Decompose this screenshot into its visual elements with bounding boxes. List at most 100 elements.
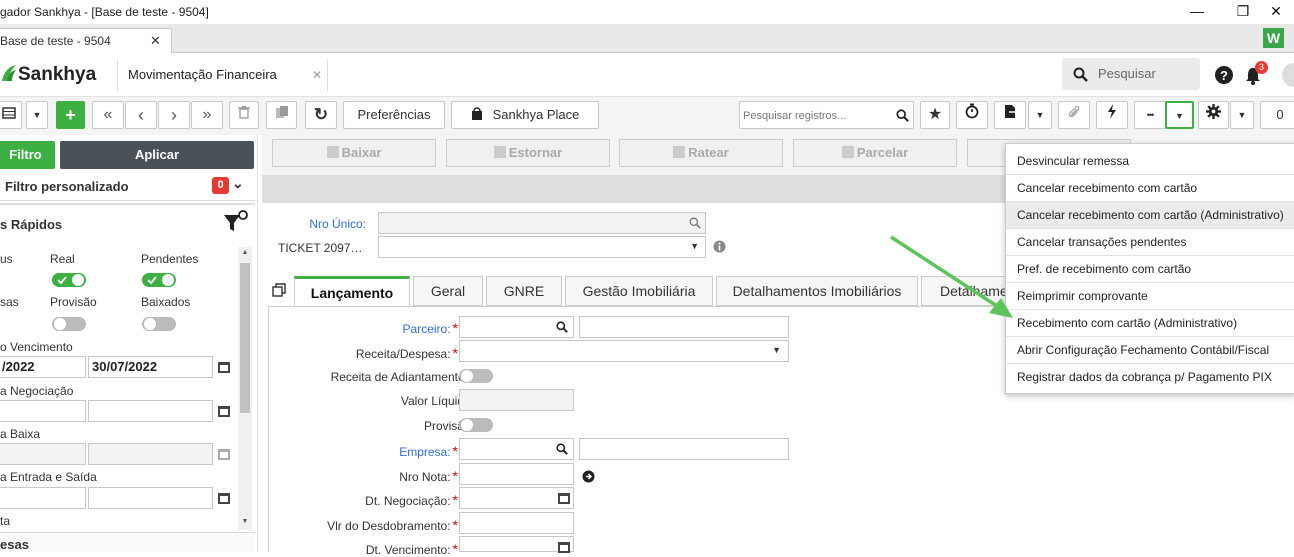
sankhya-logo[interactable]: Sankhya	[0, 63, 96, 86]
settings-button[interactable]	[1198, 101, 1229, 129]
ratear-button[interactable]: Ratear	[619, 139, 783, 167]
calendar-icon[interactable]	[218, 362, 230, 373]
close-window-button[interactable]: ✕	[1258, 0, 1294, 24]
empresa-code-input[interactable]	[459, 438, 574, 460]
refresh-button[interactable]: ↻	[305, 101, 337, 129]
more-options-button[interactable]: •••	[1134, 101, 1166, 129]
menu-item-reimprimir-comprovante[interactable]: Reimprimir comprovante	[1006, 283, 1294, 310]
settings-dropdown-button[interactable]: ▼	[1230, 101, 1254, 129]
menu-item-recebimento-cartao-admin[interactable]: Recebimento com cartão (Administrativo)	[1006, 310, 1294, 337]
baixar-button[interactable]: Baixar	[272, 139, 436, 167]
menu-item-cancelar-transacoes-pendentes[interactable]: Cancelar transações pendentes	[1006, 229, 1294, 256]
first-record-button[interactable]: «	[92, 101, 124, 129]
parcelar-button[interactable]: Parcelar	[793, 139, 957, 167]
favorite-button[interactable]: ★	[920, 101, 950, 129]
section2-header[interactable]: esas	[0, 532, 255, 552]
copy-layout-icon[interactable]	[272, 283, 286, 297]
provisao-form-toggle[interactable]	[459, 418, 493, 432]
calendar-icon[interactable]	[218, 406, 230, 417]
attach-button[interactable]	[1058, 101, 1090, 129]
app-tab-movimentacao[interactable]: Movimentação Financeira ✕	[117, 59, 328, 91]
search-records-input[interactable]: Pesquisar registros...	[739, 101, 914, 129]
menu-item-label: Recebimento com cartão (Administrativo)	[1017, 316, 1238, 330]
parceiro-name-input[interactable]	[579, 316, 789, 338]
avatar[interactable]	[1282, 63, 1294, 87]
real-toggle[interactable]	[52, 273, 86, 287]
custom-filter-row[interactable]: Filtro personalizado 0 ⌄	[0, 173, 255, 201]
export-dropdown-button[interactable]: ▼	[1028, 101, 1052, 129]
timer-button[interactable]	[956, 101, 988, 129]
grid-view-button[interactable]	[0, 101, 22, 129]
entrada-saida-start-input[interactable]	[0, 487, 86, 509]
minimize-button[interactable]: —	[1174, 0, 1220, 24]
menu-item-desvincular-remessa[interactable]: Desvincular remessa	[1006, 148, 1294, 175]
browser-tab-close-icon[interactable]: ✕	[150, 29, 161, 53]
info-icon[interactable]	[713, 240, 726, 253]
browser-tab[interactable]: Base de teste - 9504 ✕	[0, 28, 172, 53]
ticket-select[interactable]: ▼	[378, 236, 706, 258]
menu-item-cancelar-recebimento-cartao[interactable]: Cancelar recebimento com cartão	[1006, 175, 1294, 202]
nro-unico-input[interactable]	[378, 212, 706, 234]
search-icon[interactable]	[689, 217, 701, 229]
nro-nota-input[interactable]	[459, 463, 574, 485]
menu-item-cancelar-recebimento-cartao-admin[interactable]: Cancelar recebimento com cartão (Adminis…	[1006, 202, 1294, 229]
calendar-icon[interactable]	[558, 493, 570, 504]
sankhya-place-button[interactable]: Sankhya Place	[451, 101, 599, 129]
global-search[interactable]: Pesquisar	[1062, 58, 1200, 90]
help-icon[interactable]: ?	[1214, 65, 1234, 85]
prev-record-button[interactable]: ‹	[125, 101, 157, 129]
quick-filter-col1-label-2: sas	[0, 295, 19, 309]
parceiro-label[interactable]: Parceiro: *	[268, 320, 458, 336]
next-record-button[interactable]: ›	[158, 101, 190, 129]
empresa-label[interactable]: Empresa: *	[268, 443, 458, 459]
filter-settings-icon[interactable]	[222, 209, 250, 235]
export-button[interactable]	[994, 101, 1026, 129]
filter-button[interactable]: Filtro	[0, 141, 55, 169]
delete-button[interactable]	[229, 101, 259, 129]
nro-unico-label[interactable]: Nro Único:	[300, 217, 366, 231]
last-record-button[interactable]: »	[191, 101, 223, 129]
vencimento-start-input[interactable]: /2022	[0, 356, 86, 378]
more-options-dropdown-button[interactable]: ▼	[1165, 101, 1194, 129]
w-logo-icon[interactable]: W	[1263, 28, 1284, 48]
entrada-saida-end-input[interactable]	[88, 487, 213, 509]
menu-item-registrar-cobranca-pix[interactable]: Registrar dados da cobrança p/ Pagamento…	[1006, 364, 1294, 391]
apply-button[interactable]: Aplicar	[60, 141, 254, 169]
baixados-toggle[interactable]	[142, 317, 176, 331]
search-icon[interactable]	[556, 321, 568, 333]
tab-gestao-imobiliaria[interactable]: Gestão Imobiliária	[565, 276, 713, 306]
arrow-right-circle-icon[interactable]	[582, 470, 595, 483]
notification-badge: 3	[1255, 61, 1268, 74]
calendar-icon[interactable]	[558, 542, 570, 553]
calendar-icon[interactable]	[218, 493, 230, 504]
vlr-desdobramento-input[interactable]	[459, 512, 574, 534]
vencimento-end-input[interactable]: 30/07/2022	[88, 356, 213, 378]
empresa-name-input[interactable]	[579, 438, 789, 460]
tab-geral[interactable]: Geral	[413, 276, 483, 306]
parceiro-code-input[interactable]	[459, 316, 574, 338]
search-icon[interactable]	[556, 443, 568, 455]
copy-button[interactable]	[266, 101, 297, 129]
menu-item-abrir-configuracao-fechamento[interactable]: Abrir Configuração Fechamento Contábil/F…	[1006, 337, 1294, 364]
tab-lancamento[interactable]: Lançamento	[294, 276, 410, 306]
app-tab-close-icon[interactable]: ✕	[312, 59, 322, 91]
negociacao-start-input[interactable]	[0, 400, 86, 422]
receita-despesa-select[interactable]: ▼	[459, 340, 789, 362]
provisao-toggle[interactable]	[52, 317, 86, 331]
pendentes-toggle[interactable]	[142, 273, 176, 287]
dt-negociacao-input[interactable]	[459, 487, 574, 509]
view-dropdown-button[interactable]: ▼	[26, 101, 48, 129]
vlr-desdobramento-label: Vlr do Desdobramento: *	[327, 517, 458, 533]
negociacao-end-input[interactable]	[88, 400, 213, 422]
tab-gnre[interactable]: GNRE	[486, 276, 562, 306]
sidebar-scrollbar[interactable]: ▲ ▼	[238, 247, 252, 530]
chevron-down-icon[interactable]: ⌄	[232, 175, 244, 192]
preferences-button[interactable]: Preferências	[343, 101, 445, 129]
receita-adiantamentos-toggle[interactable]	[459, 369, 493, 383]
actions-bolt-button[interactable]	[1096, 101, 1128, 129]
dt-vencimento-input[interactable]	[459, 536, 574, 553]
scrollbar-thumb[interactable]	[240, 263, 250, 413]
add-button[interactable]: +	[56, 101, 85, 129]
estornar-button[interactable]: Estornar	[446, 139, 610, 167]
menu-item-pref-recebimento-cartao[interactable]: Pref. de recebimento com cartão	[1006, 256, 1294, 283]
